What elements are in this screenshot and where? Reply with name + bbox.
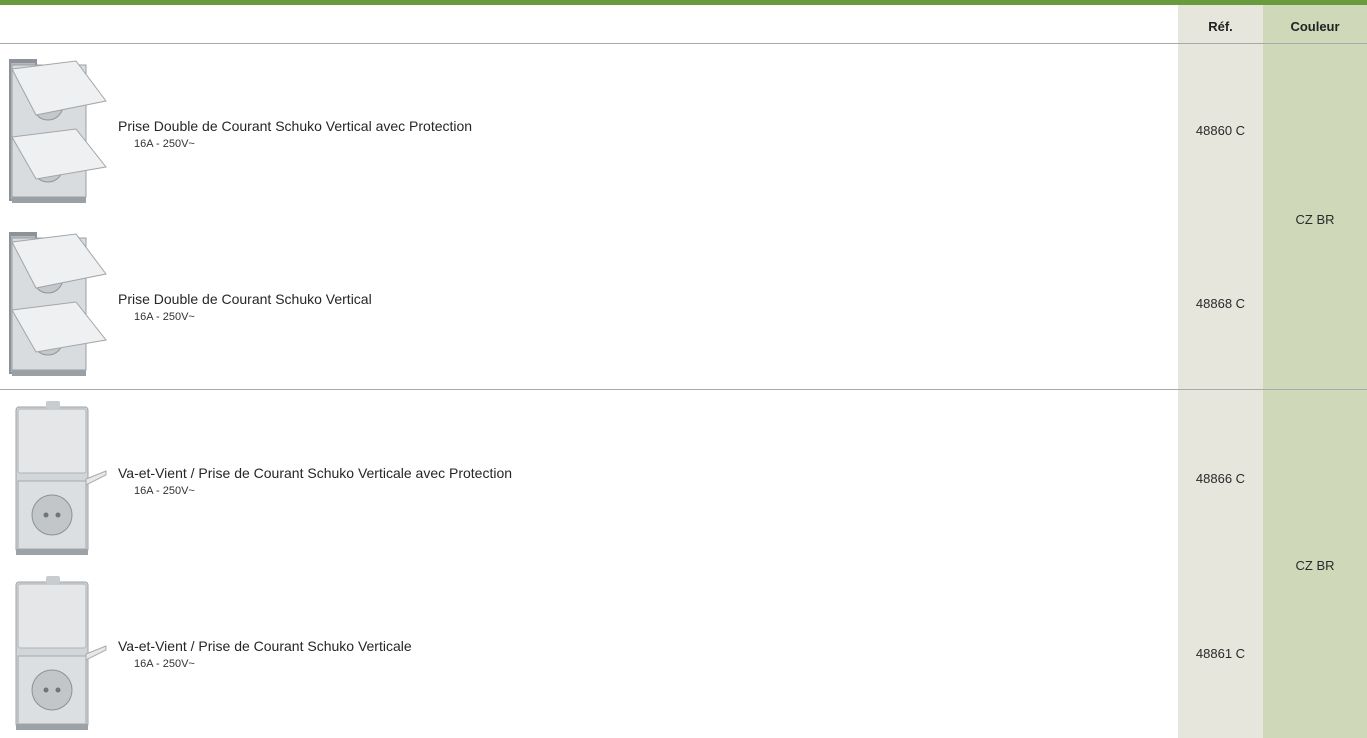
product-row: Prise Double de Courant Schuko Vertical …: [0, 55, 1245, 210]
product-row: Prise Double de Courant Schuko Vertical …: [0, 228, 1245, 383]
product-spec: 16A - 250V~: [134, 485, 195, 497]
couleur-column-background: [1263, 5, 1367, 738]
product-row: Va-et-Vient / Prise de Courant Schuko Ve…: [0, 401, 1245, 561]
double-schuko-socket-icon: [9, 232, 107, 376]
top-accent-bar: [0, 0, 1367, 5]
product-ref: 48860 C: [1195, 123, 1246, 138]
group-divider: [0, 389, 1367, 390]
couleur-column-header: Couleur: [1290, 19, 1340, 34]
product-name: Prise Double de Courant Schuko Vertical: [118, 291, 372, 307]
product-name: Va-et-Vient / Prise de Courant Schuko Ve…: [118, 465, 513, 481]
switch-socket-combo-icon: [15, 401, 107, 555]
product-name: Va-et-Vient / Prise de Courant Schuko Ve…: [118, 638, 412, 654]
product-name: Prise Double de Courant Schuko Vertical …: [118, 118, 473, 134]
product-row: Va-et-Vient / Prise de Courant Schuko Ve…: [0, 576, 1245, 736]
double-schuko-socket-icon: [9, 59, 107, 203]
ref-column-header: Réf.: [1208, 19, 1233, 34]
header-divider: [0, 43, 1367, 44]
product-spec: 16A - 250V~: [134, 138, 195, 150]
product-couleur: CZ BR: [1295, 558, 1335, 573]
ref-column-background: [1178, 5, 1263, 738]
switch-socket-combo-icon: [15, 576, 107, 730]
product-spec: 16A - 250V~: [134, 311, 195, 323]
product-ref: 48868 C: [1195, 296, 1246, 311]
product-spec: 16A - 250V~: [134, 658, 195, 670]
product-ref: 48866 C: [1195, 471, 1246, 486]
product-ref: 48861 C: [1195, 646, 1246, 661]
product-couleur: CZ BR: [1295, 212, 1335, 227]
